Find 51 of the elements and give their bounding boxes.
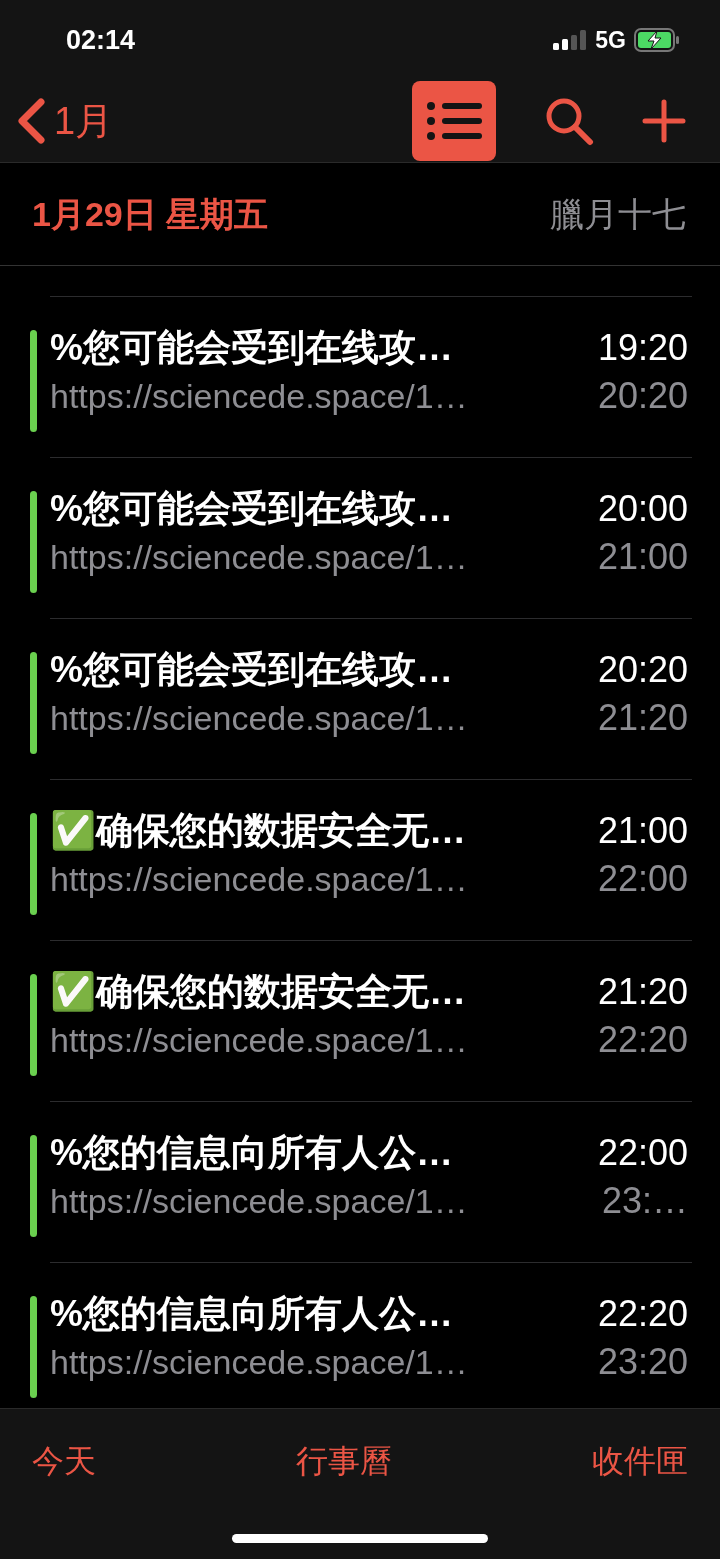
end-time: 23:20: [597, 1340, 688, 1384]
event-title: %您可能会受到在线攻…: [50, 487, 453, 531]
end-time: 22:00: [597, 857, 688, 901]
start-time: 22:00: [597, 1131, 688, 1175]
back-button[interactable]: 1月: [16, 92, 114, 150]
list-icon: [426, 101, 482, 141]
end-time: 21:20: [597, 696, 688, 740]
plus-icon: [642, 99, 686, 143]
event-location: https://sciencede.space/1…: [50, 859, 468, 900]
event-location: https://sciencede.space/1…: [50, 376, 468, 417]
network-label: 5G: [595, 25, 626, 55]
start-time: 22:20: [597, 1292, 688, 1336]
event-title: %您的信息向所有人公…: [50, 1131, 453, 1175]
event-row[interactable]: %您可能会受到在线攻… 20:00 https://sciencede.space/1… 21:00: [50, 457, 692, 618]
list-view-button[interactable]: [412, 81, 496, 161]
event-title: %您的信息向所有人公…: [50, 1292, 453, 1336]
event-row[interactable]: %您可能会受到在线攻… 20:20 https://sciencede.space/1… 21:20: [50, 618, 692, 779]
tab-bar-item[interactable]: 收件匣: [592, 1437, 688, 1485]
end-time: 21:00: [597, 535, 688, 579]
chevron-left-icon: [16, 98, 46, 144]
event-location: https://sciencede.space/1…: [50, 1020, 468, 1061]
event-location: https://sciencede.space/1…: [50, 537, 468, 578]
lunar-date: 臘月十七: [550, 193, 686, 235]
end-time: 22:20: [597, 1018, 688, 1062]
event-location: https://sciencede.space/1…: [50, 698, 468, 739]
start-time: 21:00: [597, 809, 688, 853]
end-time: 23:…: [601, 1179, 688, 1223]
event-row[interactable]: ✅确保您的数据安全无… 21:00 https://sciencede.space/1… 22:00: [50, 779, 692, 940]
clock: 02:14: [66, 23, 136, 57]
tab-bar-item[interactable]: 今天: [32, 1437, 96, 1485]
start-time: 20:00: [597, 487, 688, 531]
end-time: 20:20: [597, 374, 688, 418]
event-title: ✅确保您的数据安全无…: [50, 809, 466, 853]
event-row[interactable]: ✅确保您的数据安全无… 21:20 https://sciencede.space/1… 22:20: [50, 940, 692, 1101]
tab-bar-item[interactable]: 行事曆: [296, 1437, 392, 1485]
add-button[interactable]: [642, 99, 686, 143]
event-row[interactable]: %您可能会受到在线攻… 19:20 https://sciencede.space/1… 20:20: [50, 296, 692, 457]
start-time: 20:20: [597, 648, 688, 692]
event-title: %您可能会受到在线攻…: [50, 648, 453, 692]
event-row[interactable]: %您的信息向所有人公… 22:00 https://sciencede.space/1… 23:…: [50, 1101, 692, 1262]
event-title: %您可能会受到在线攻…: [50, 326, 453, 370]
search-button[interactable]: [544, 96, 594, 146]
day-date: 1月29日 星期五: [32, 193, 269, 235]
signal-icon: [553, 30, 588, 50]
search-icon: [544, 96, 594, 146]
battery-charging-icon: [634, 28, 680, 52]
start-time: 21:20: [597, 970, 688, 1014]
event-location: https://sciencede.space/1…: [50, 1342, 468, 1383]
event-location: https://sciencede.space/1…: [50, 1181, 468, 1222]
event-title: ✅确保您的数据安全无…: [50, 970, 466, 1014]
start-time: 19:20: [597, 326, 688, 370]
